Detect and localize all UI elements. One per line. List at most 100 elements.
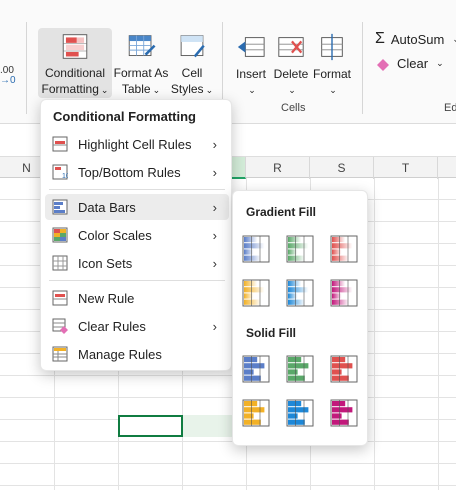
menu-title: Conditional Formatting	[53, 109, 196, 124]
gradient-fill-purple-option[interactable]	[330, 279, 358, 307]
menu-item-color-scales[interactable]: Color Scales ›	[45, 222, 229, 248]
cs-label-2: Styles	[170, 82, 204, 96]
chevron-right-icon: ›	[212, 255, 217, 271]
menu-item-label: Top/Bottom Rules	[78, 164, 181, 180]
delete-cells-icon	[278, 37, 304, 57]
insert-button[interactable]: Insert ⌄	[230, 28, 272, 98]
chevron-down-icon: ⌄	[100, 85, 109, 95]
chevron-right-icon: ›	[212, 227, 217, 243]
menu-item-label: New Rule	[78, 290, 135, 306]
cs-label-2-wrap: Styles ⌄	[171, 81, 213, 98]
selection-range	[183, 415, 233, 437]
editing-group-label: Ed	[444, 102, 456, 114]
menu-item-icon-sets[interactable]: Icon Sets ›	[45, 250, 229, 276]
ribbon-separator	[26, 22, 27, 114]
solid-fill-green-option[interactable]	[286, 355, 314, 383]
clear-rules-icon	[52, 318, 68, 334]
gradient-fill-red-option[interactable]	[330, 235, 358, 263]
menu-item-highlight-cell-rules[interactable]: Highlight Cell Rules ›	[45, 131, 229, 157]
cf-label-2: Formatting	[41, 82, 99, 96]
clear-label: Clear	[397, 56, 429, 71]
format-button[interactable]: Format ⌄	[310, 28, 354, 98]
conditional-formatting-menu: Conditional Formatting Highlight Cell Ru…	[40, 99, 232, 371]
fat-label-2-wrap: Table ⌄	[122, 81, 160, 98]
delete-button[interactable]: Delete ⌄	[272, 28, 310, 98]
chevron-down-icon: ⌄	[436, 58, 444, 68]
menu-separator	[49, 189, 225, 190]
column-header-r[interactable]: R	[246, 157, 310, 179]
format-as-table-button[interactable]: Format As Table ⌄	[112, 28, 170, 98]
cf-label-2-wrap: Formatting ⌄	[42, 81, 109, 98]
menu-item-top-bottom-rules[interactable]: 10 Top/Bottom Rules ›	[45, 159, 229, 185]
chevron-down-icon: ⌄	[452, 34, 456, 45]
menu-item-label: Icon Sets	[78, 255, 133, 271]
chevron-down-icon: ⌄	[288, 85, 296, 95]
solid-fill-heading: Solid Fill	[246, 326, 296, 340]
gradient-fill-orange-option[interactable]	[242, 279, 270, 307]
manage-rules-icon	[52, 346, 68, 362]
gradient-fill-green-option[interactable]	[286, 235, 314, 263]
number-format-fragment[interactable]: .00 →0	[0, 66, 16, 86]
insert-cells-icon	[237, 37, 265, 57]
format-label: Format	[312, 67, 351, 81]
column-header-t[interactable]: T	[374, 157, 438, 179]
grid-line	[0, 441, 456, 442]
solid-fill-light-blue-option[interactable]	[286, 399, 314, 427]
solid-fill-purple-option[interactable]	[330, 399, 358, 427]
grid-line	[0, 485, 456, 486]
menu-item-label: Manage Rules	[78, 346, 162, 362]
chevron-right-icon: ›	[212, 318, 217, 334]
grid-line	[0, 397, 456, 398]
ribbon-separator	[362, 22, 363, 114]
svg-text:10: 10	[62, 173, 68, 180]
chevron-down-icon: ⌄	[248, 85, 256, 95]
column-header-s[interactable]: S	[310, 157, 374, 179]
chevron-right-icon: ›	[212, 164, 217, 180]
gradient-fill-heading: Gradient Fill	[246, 205, 317, 219]
fat-label-2: Table	[121, 82, 151, 96]
cs-label-1: Cell	[181, 66, 203, 80]
new-rule-icon	[52, 290, 68, 306]
chevron-right-icon: ›	[212, 199, 217, 215]
cell-styles-button[interactable]: Cell Styles ⌄	[170, 28, 214, 98]
grid-line	[374, 178, 375, 490]
color-scales-icon	[52, 227, 68, 243]
arrow-icon: →0	[0, 75, 16, 86]
grid-line	[438, 178, 439, 490]
menu-item-data-bars[interactable]: Data Bars ›	[45, 194, 229, 220]
autosum-button[interactable]: Σ AutoSum ⌄	[375, 30, 456, 48]
menu-separator	[49, 280, 225, 281]
menu-item-label: Color Scales	[78, 227, 152, 243]
grid-line	[0, 463, 456, 464]
gradient-fill-light-blue-option[interactable]	[286, 279, 314, 307]
active-cell[interactable]	[118, 415, 183, 437]
grid-line	[0, 375, 456, 376]
eraser-icon	[377, 58, 389, 71]
conditional-formatting-button[interactable]: Conditional Formatting ⌄	[38, 28, 112, 98]
menu-item-label: Data Bars	[78, 199, 136, 215]
solid-fill-blue-option[interactable]	[242, 355, 270, 383]
chevron-down-icon: ⌄	[205, 85, 214, 95]
menu-item-label: Highlight Cell Rules	[78, 136, 192, 152]
chevron-right-icon: ›	[212, 136, 217, 152]
menu-item-manage-rules[interactable]: Manage Rules	[45, 341, 229, 367]
menu-item-new-rule[interactable]: New Rule	[45, 285, 229, 311]
chevron-down-icon: ⌄	[152, 85, 161, 95]
solid-fill-orange-option[interactable]	[242, 399, 270, 427]
top-bottom-icon: 10	[52, 164, 68, 180]
menu-item-clear-rules[interactable]: Clear Rules ›	[45, 313, 229, 339]
icon-sets-icon	[52, 255, 68, 271]
format-cells-icon	[321, 33, 343, 61]
cell-styles-icon	[180, 35, 205, 58]
solid-fill-red-option[interactable]	[330, 355, 358, 383]
cf-label-1: Conditional	[44, 66, 106, 80]
chevron-down-icon: ⌄	[329, 85, 337, 95]
cells-group-label: Cells	[281, 102, 306, 114]
sigma-icon: Σ	[375, 30, 385, 47]
gradient-fill-blue-option[interactable]	[242, 235, 270, 263]
clear-button[interactable]: Clear ⌄	[375, 56, 444, 71]
table-icon	[128, 35, 156, 57]
data-bars-icon	[52, 199, 68, 215]
autosum-label: AutoSum	[390, 31, 445, 47]
data-bars-submenu: Gradient Fill Solid Fill	[232, 190, 368, 446]
